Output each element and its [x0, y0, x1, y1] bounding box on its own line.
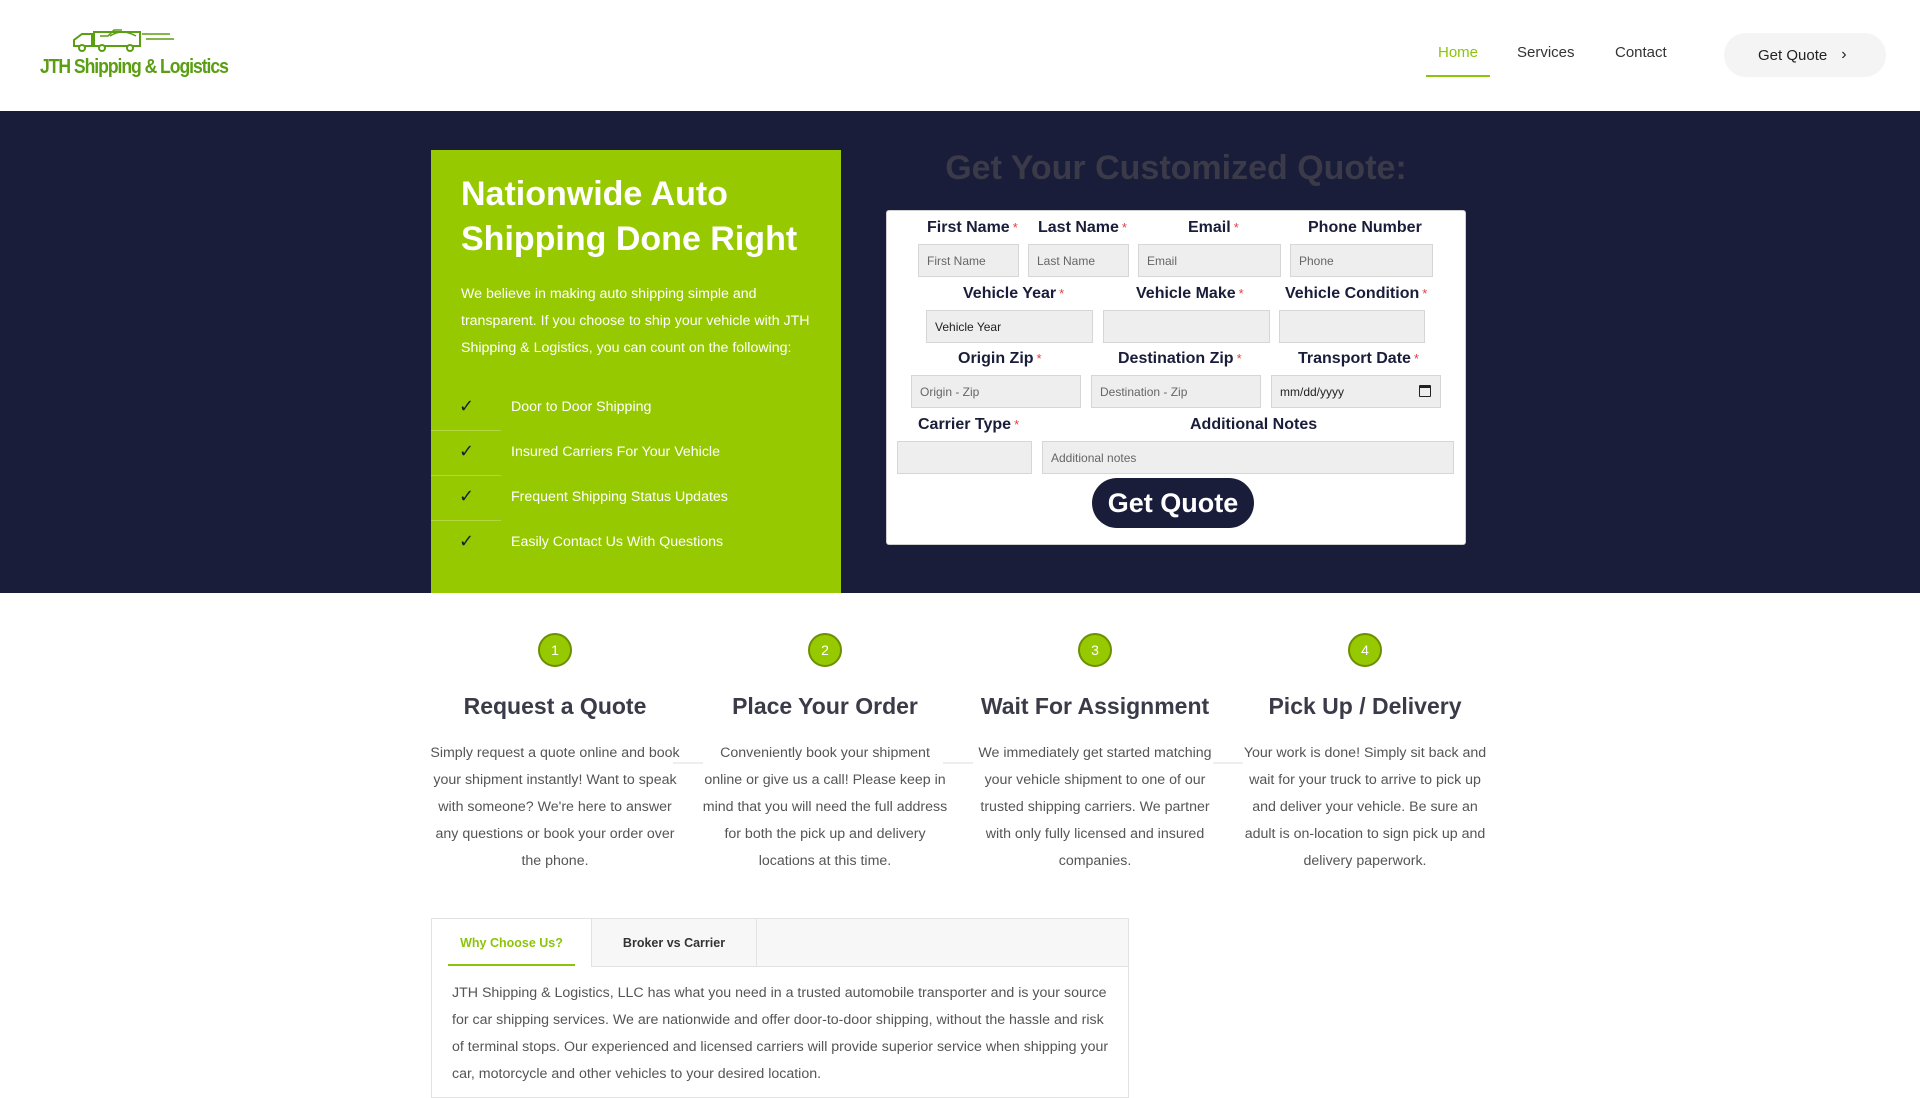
additional-notes-label: Additional Notes	[1190, 416, 1318, 433]
tab-broker-vs-carrier[interactable]: Broker vs Carrier	[592, 919, 757, 967]
feature-label: Easily Contact Us With Questions	[511, 534, 724, 550]
header-get-quote-button[interactable]: Get Quote ›	[1724, 33, 1886, 77]
feature-label: Insured Carriers For Your Vehicle	[511, 444, 720, 460]
tab-content: JTH Shipping & Logistics, LLC has what y…	[452, 985, 1109, 1082]
nav-active-indicator	[1426, 75, 1490, 77]
divider	[943, 762, 973, 764]
list-item: ✓ Door to Door Shipping	[431, 386, 841, 431]
step-text: We immediately get started matching your…	[978, 745, 1212, 869]
divider	[673, 762, 703, 764]
tab-why-choose-us[interactable]: Why Choose Us?	[432, 919, 592, 967]
quote-form-heading: Get Your Customized Quote:	[945, 149, 1407, 187]
calendar-icon[interactable]	[1419, 385, 1431, 397]
step-number-badge: 1	[538, 633, 572, 667]
check-icon: ✓	[459, 531, 475, 552]
step-title: Pick Up / Delivery	[1268, 693, 1462, 719]
vehicle-condition-label: Vehicle Condition *	[1285, 285, 1428, 302]
hero-intro: We believe in making auto shipping simpl…	[461, 286, 810, 356]
transport-date-label: Transport Date *	[1298, 350, 1419, 367]
step-number-badge: 3	[1078, 633, 1112, 667]
email-label: Email *	[1188, 219, 1239, 236]
transport-date-field[interactable]: mm/dd/yyyy	[1271, 375, 1441, 408]
transport-date-value: mm/dd/yyyy	[1280, 384, 1345, 399]
nav-home[interactable]: Home	[1438, 44, 1478, 61]
last-name-label: Last Name *	[1038, 219, 1127, 236]
step-text: Conveniently book your shipment online o…	[702, 745, 948, 869]
divider	[1213, 762, 1243, 764]
feature-list: ✓ Door to Door Shipping ✓ Insured Carrie…	[431, 386, 841, 566]
nav-services[interactable]: Services	[1517, 44, 1575, 61]
chevron-right-icon: ›	[1841, 46, 1847, 63]
origin-zip-field[interactable]: Origin - Zip	[911, 375, 1081, 408]
last-name-field[interactable]: Last Name	[1028, 244, 1129, 277]
info-tabs: Why Choose Us? Broker vs Carrier JTH Shi…	[431, 918, 1129, 1098]
carrier-type-select[interactable]	[897, 441, 1032, 474]
vehicle-make-field[interactable]	[1103, 310, 1270, 343]
step-title: Request a Quote	[463, 693, 647, 719]
header-get-quote-label: Get Quote	[1758, 46, 1828, 64]
first-name-field[interactable]: First Name	[918, 244, 1019, 277]
logo-text: JTH Shipping & Logistics	[40, 56, 229, 78]
step-number-badge: 2	[808, 633, 842, 667]
tab-label: Why Choose Us?	[460, 936, 563, 950]
step-title: Place Your Order	[732, 693, 918, 719]
vehicle-condition-select[interactable]	[1279, 310, 1425, 343]
first-name-label: First Name *	[927, 219, 1018, 236]
phone-label: Phone Number	[1308, 219, 1422, 236]
step-text: Your work is done! Simply sit back and w…	[1243, 745, 1487, 869]
get-quote-submit-button[interactable]: Get Quote	[1092, 478, 1254, 528]
step-title: Wait For Assignment	[980, 693, 1210, 719]
additional-notes-field[interactable]: Additional notes	[1042, 441, 1454, 474]
vehicle-year-label: Vehicle Year *	[963, 285, 1065, 302]
feature-label: Door to Door Shipping	[511, 399, 652, 415]
logo[interactable]: JTH Shipping & Logistics	[40, 24, 229, 86]
phone-field[interactable]: Phone	[1290, 244, 1433, 277]
truck-logo-icon	[73, 29, 174, 52]
destination-zip-label: Destination Zip *	[1118, 350, 1242, 367]
feature-label: Frequent Shipping Status Updates	[511, 489, 728, 505]
destination-zip-field[interactable]: Destination - Zip	[1091, 375, 1261, 408]
origin-zip-label: Origin Zip *	[958, 350, 1042, 367]
vehicle-make-label: Vehicle Make *	[1136, 285, 1244, 302]
step-number-badge: 4	[1348, 633, 1382, 667]
list-item: ✓ Insured Carriers For Your Vehicle	[431, 431, 841, 476]
list-item: ✓ Easily Contact Us With Questions	[431, 521, 841, 566]
email-field[interactable]: Email	[1138, 244, 1281, 277]
vehicle-year-select[interactable]: Vehicle Year	[926, 310, 1093, 343]
check-icon: ✓	[459, 486, 475, 507]
tab-label: Broker vs Carrier	[622, 936, 726, 950]
check-icon: ✓	[459, 396, 475, 417]
nav-contact[interactable]: Contact	[1615, 44, 1667, 61]
hero-title: Nationwide Auto Shipping Done Right	[461, 175, 798, 258]
tab-bar: Why Choose Us? Broker vs Carrier	[432, 919, 1128, 967]
site-header: JTH Shipping & Logistics Home Services C…	[0, 0, 1920, 111]
step-text: Simply request a quote online and book y…	[430, 745, 680, 869]
check-icon: ✓	[459, 441, 475, 462]
carrier-type-label: Carrier Type *	[918, 416, 1020, 433]
list-item: ✓ Frequent Shipping Status Updates	[431, 476, 841, 521]
tab-active-indicator	[448, 964, 575, 966]
